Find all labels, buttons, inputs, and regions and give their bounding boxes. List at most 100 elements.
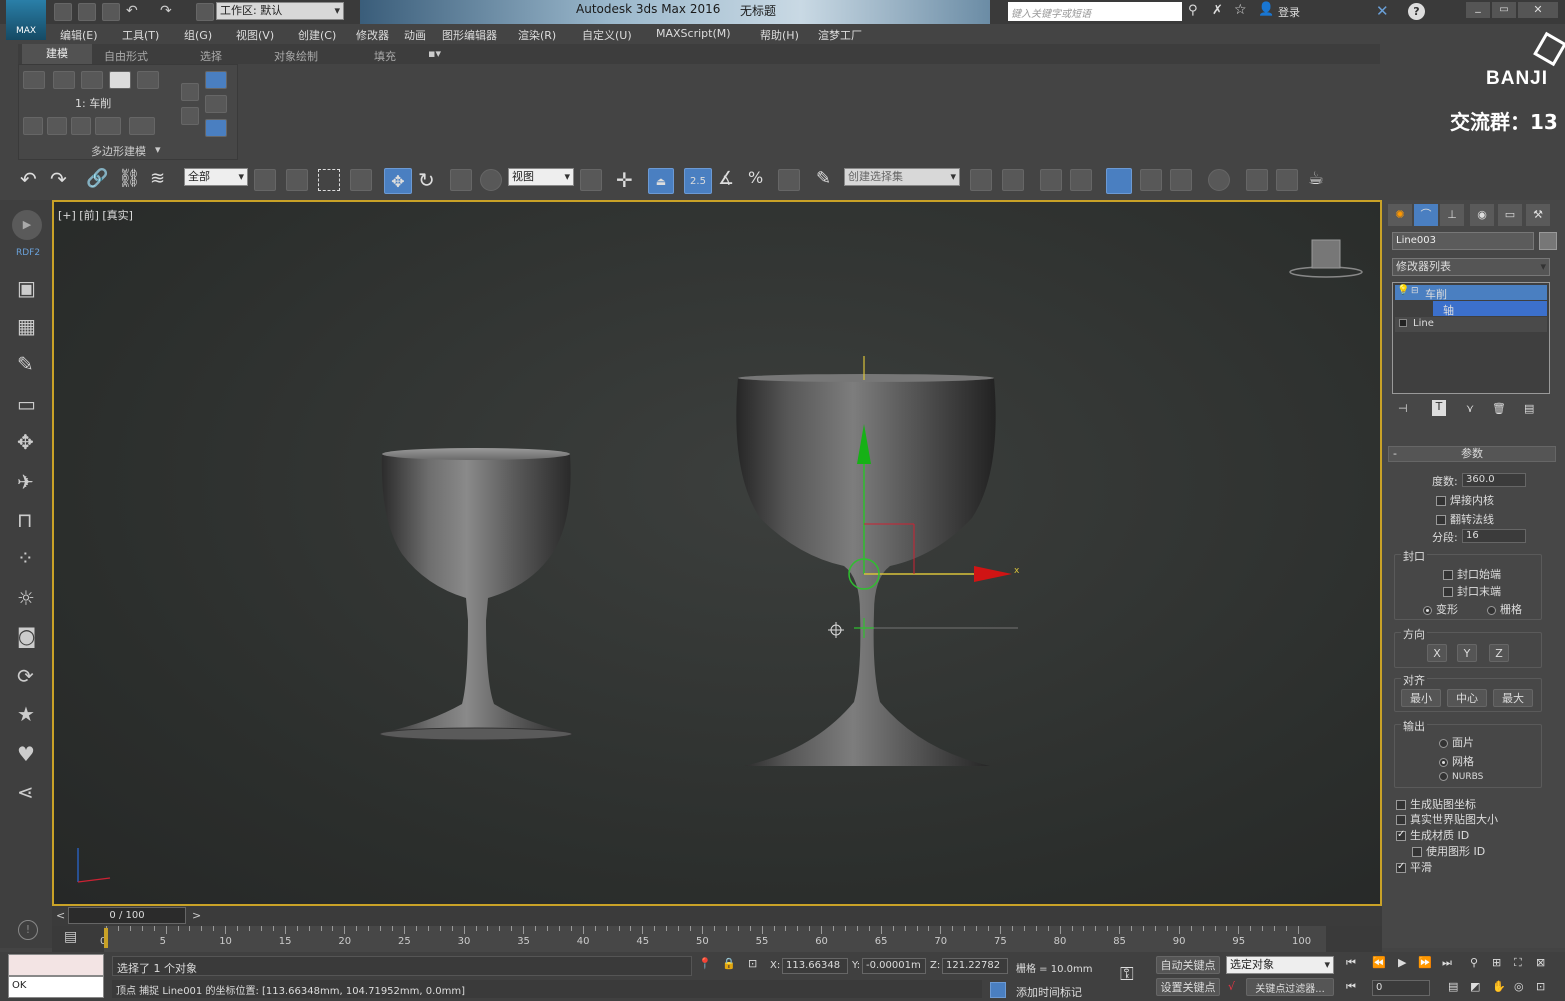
sun-icon[interactable]: ☼ xyxy=(17,586,35,610)
checkbox-box[interactable] xyxy=(1443,587,1453,597)
align-max-button[interactable]: 最大 xyxy=(1493,689,1533,707)
add-time-tag-label[interactable]: 添加时间标记 xyxy=(1016,984,1082,1000)
pin-stack-icon[interactable] xyxy=(181,107,199,125)
set-key-button[interactable]: 设置关键点 xyxy=(1156,978,1220,996)
open-file-icon[interactable] xyxy=(78,3,96,21)
menu-item-help[interactable]: 帮助(H) xyxy=(760,27,799,43)
edge-level-icon[interactable] xyxy=(53,71,75,89)
checkbox-box[interactable] xyxy=(1396,829,1406,841)
dots-grid-icon[interactable]: ⁘ xyxy=(17,546,34,570)
new-file-icon[interactable] xyxy=(54,3,72,21)
menu-item-group[interactable]: 组(G) xyxy=(184,27,212,43)
real-world-map-checkbox[interactable]: 真实世界贴图大小 xyxy=(1396,811,1498,827)
remove-modifier-icon[interactable]: 🗑 xyxy=(1492,402,1506,415)
track-ruler[interactable]: 0510152025303540455055606570758085909510… xyxy=(100,926,1326,952)
window-crossing-icon[interactable] xyxy=(350,169,372,191)
tab-freeform[interactable]: 自由形式 xyxy=(104,48,148,64)
scene-explorer-icon[interactable] xyxy=(1070,169,1092,191)
polygon-level-icon[interactable] xyxy=(109,71,131,89)
app-logo-icon[interactable]: MAX xyxy=(6,0,46,40)
radio-dot[interactable] xyxy=(1487,605,1496,615)
close-window-icon[interactable]: ✕ xyxy=(1518,2,1558,18)
zoom-all-icon[interactable]: ⊞ xyxy=(1492,956,1501,969)
menu-item-create[interactable]: 创建(C) xyxy=(298,27,336,43)
mesh-radio[interactable]: 网格 xyxy=(1439,753,1474,769)
degrees-spinner[interactable]: 360.0 xyxy=(1462,473,1526,487)
refresh-icon[interactable]: ⟳ xyxy=(17,664,34,688)
exchange-icon[interactable]: ✕ xyxy=(1376,2,1389,20)
rendered-frame-icon[interactable] xyxy=(1276,169,1298,191)
undo-icon[interactable]: ↶ xyxy=(20,167,37,191)
goblet-left[interactable] xyxy=(379,448,573,741)
align-center-button[interactable]: 中心 xyxy=(1447,689,1487,707)
star-icon[interactable]: ★ xyxy=(17,702,35,726)
key-filters-icon[interactable]: √ xyxy=(1228,980,1235,993)
camera-icon[interactable]: ◙ xyxy=(17,624,36,648)
percent-snap-icon[interactable]: % xyxy=(748,168,763,187)
selection-filter-dropdown[interactable]: 全部 xyxy=(184,168,248,186)
align-min-button[interactable]: 最小 xyxy=(1401,689,1441,707)
edit-named-sel-icon[interactable]: ✎ xyxy=(816,168,831,189)
selection-lock-icon[interactable]: 🔒 xyxy=(722,957,736,970)
render-setup-icon[interactable] xyxy=(1246,169,1268,191)
direction-z-button[interactable]: Z xyxy=(1489,644,1509,662)
project-folder-icon[interactable] xyxy=(196,3,214,21)
schematic-view-icon[interactable] xyxy=(1170,169,1192,191)
smooth-checkbox[interactable]: 平滑 xyxy=(1396,859,1432,875)
maximize-viewport-icon[interactable]: ⊡ xyxy=(1536,980,1545,993)
listener-mini-white[interactable]: OK xyxy=(8,976,104,998)
lightbulb-icon[interactable]: 💡 xyxy=(1397,285,1409,296)
collapse-icon[interactable]: ⊟ xyxy=(1411,286,1419,296)
favorites-star-icon[interactable]: ☆ xyxy=(1234,2,1247,18)
track-bar[interactable]: ▤ 05101520253035404550556065707580859095… xyxy=(52,926,1382,952)
redo-icon[interactable]: ↷ xyxy=(160,3,172,19)
checkbox-box[interactable] xyxy=(1436,496,1446,506)
orbit-icon[interactable]: ◎ xyxy=(1514,980,1524,993)
save-file-icon[interactable] xyxy=(102,3,120,21)
workspace-dropdown[interactable]: 工作区: 默认 xyxy=(216,2,344,20)
unlink-icon[interactable]: ⛓ xyxy=(118,168,141,189)
next-key-icon[interactable]: ⏩ xyxy=(1418,956,1432,969)
show-end-result-icon[interactable]: T xyxy=(1432,400,1446,416)
prev-key-icon[interactable]: ⏪ xyxy=(1372,956,1386,969)
morph-radio[interactable]: 变形 xyxy=(1423,601,1458,617)
abs-mode-icon[interactable]: ⊡ xyxy=(748,957,757,970)
bind-spacewarp-icon[interactable]: ≋ xyxy=(150,168,165,189)
zoom-icon[interactable]: ⚲ xyxy=(1470,956,1478,969)
modifier-list-dropdown[interactable]: 修改器列表 xyxy=(1392,258,1550,276)
image-icon[interactable]: ▣ xyxy=(17,276,36,300)
inbox-icon[interactable]: ⊓ xyxy=(17,508,33,532)
display-icon[interactable]: ▭ xyxy=(17,392,36,416)
link-icon[interactable]: 🔗 xyxy=(86,168,108,189)
tab-populate[interactable]: 填充 xyxy=(374,48,396,64)
viewport-front[interactable]: [+] [前] [真实] x xyxy=(52,200,1382,906)
checkbox-box[interactable] xyxy=(1396,861,1406,873)
login-link[interactable]: 登录 xyxy=(1278,4,1300,20)
element-level-icon[interactable] xyxy=(137,71,159,89)
stack-item-axis[interactable]: 轴 xyxy=(1433,301,1547,317)
tab-selection[interactable]: 选择 xyxy=(200,48,222,64)
configure-sets-icon[interactable]: ▤ xyxy=(1524,402,1534,415)
checkbox-box[interactable] xyxy=(1396,815,1406,825)
angle-snap-icon[interactable]: ∡ xyxy=(718,168,734,189)
render-teapot-icon[interactable]: ☕ xyxy=(1308,168,1324,189)
utilities-tab-icon[interactable]: ⚒ xyxy=(1526,204,1550,226)
key-mode-dropdown[interactable]: 选定对象 xyxy=(1226,956,1334,974)
ribbon-options-icon[interactable]: ▪▾ xyxy=(428,47,441,60)
select-by-name-icon[interactable] xyxy=(286,169,308,191)
radio-dot[interactable] xyxy=(1439,757,1448,767)
communication-icon[interactable]: ✗ xyxy=(1212,3,1223,18)
add-time-tag-icon[interactable] xyxy=(990,982,1006,998)
pan-icon[interactable]: ✋ xyxy=(1492,980,1506,993)
direction-y-button[interactable]: Y xyxy=(1457,644,1477,662)
motion-tab-icon[interactable]: ◉ xyxy=(1470,204,1494,226)
ignore-backfacing-icon[interactable] xyxy=(71,117,91,135)
rect-selection-icon[interactable] xyxy=(318,169,340,191)
set-key-icon[interactable]: ⚿ xyxy=(1120,964,1134,985)
airplane-icon[interactable]: ✈ xyxy=(17,470,34,494)
show-end-result-icon[interactable] xyxy=(181,83,199,101)
share-icon[interactable]: ⋖ xyxy=(17,780,34,804)
preserve-uv-icon[interactable] xyxy=(23,117,43,135)
direction-x-button[interactable]: X xyxy=(1427,644,1447,662)
zoom-extents-icon[interactable]: ⛶ xyxy=(1514,956,1522,970)
